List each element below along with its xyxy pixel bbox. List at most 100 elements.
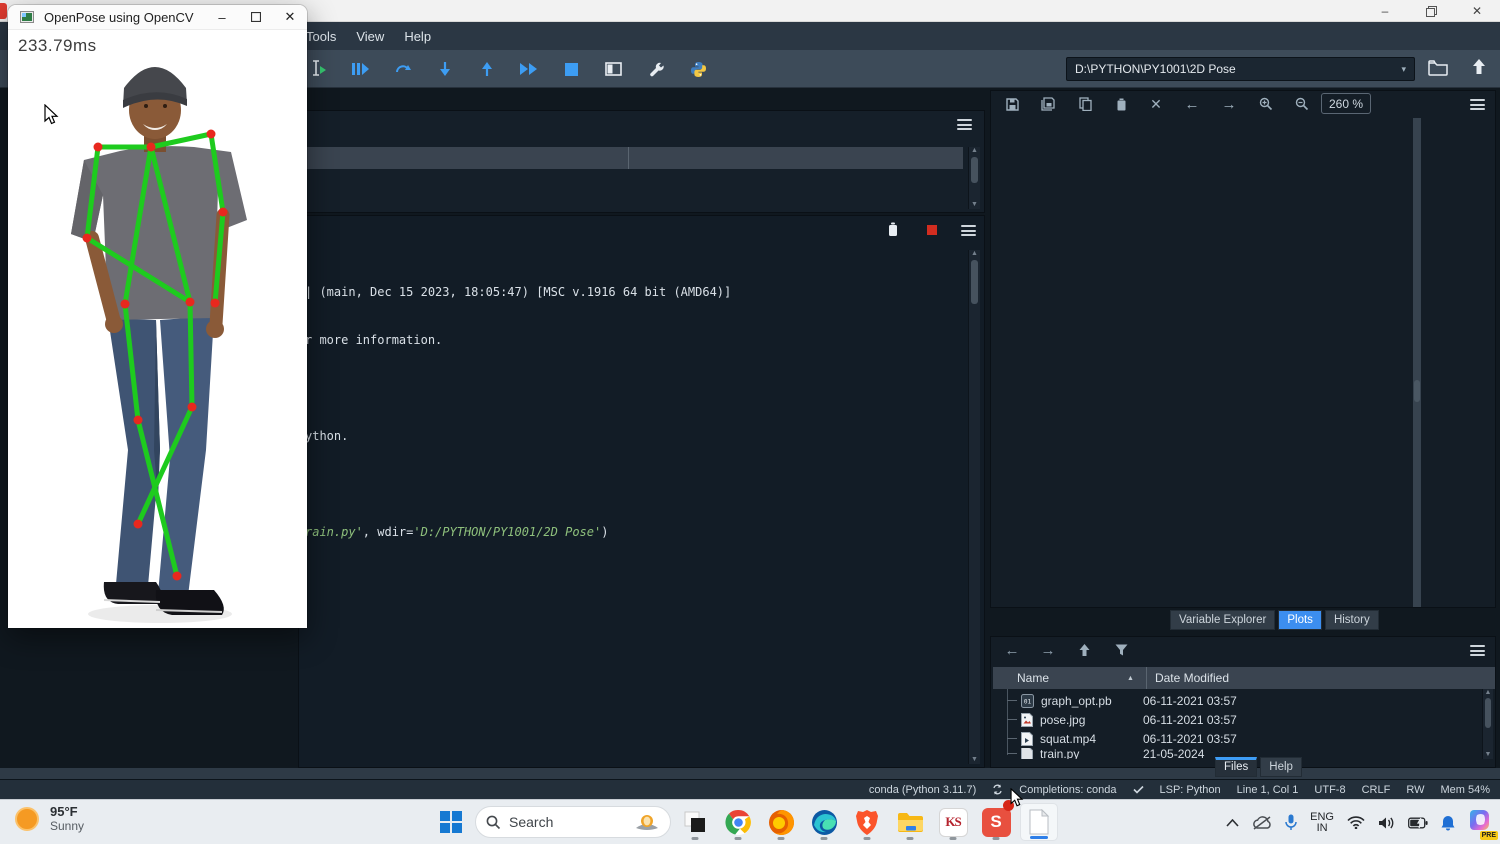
spyder-close-button[interactable]: ✕: [1454, 0, 1500, 22]
continue-button[interactable]: [514, 50, 544, 88]
plot-zoom-out-button[interactable]: [1289, 91, 1315, 117]
files-filter-button[interactable]: [1108, 637, 1134, 663]
speaker-icon[interactable]: [1378, 816, 1395, 830]
image-file-icon: [1021, 713, 1033, 727]
plot-copy-button[interactable]: [1072, 91, 1098, 117]
files-forward-button[interactable]: →: [1035, 637, 1061, 663]
file-date: 06-11-2021 03:57: [1143, 732, 1237, 746]
copilot-button[interactable]: PRE: [1468, 807, 1494, 838]
file-list-header[interactable]: Name ▲ Date Modified: [993, 667, 1495, 689]
console-scrollbar[interactable]: ▲ ▼: [968, 250, 980, 764]
openpose-titlebar[interactable]: OpenPose using OpenCV – ✕: [8, 5, 307, 30]
language-indicator[interactable]: ENG IN: [1310, 812, 1334, 834]
taskbar-search-box[interactable]: Search: [475, 806, 671, 838]
combobox-dropdown-icon[interactable]: ▾: [1401, 64, 1406, 75]
working-directory-combobox[interactable]: D:\PYTHON\PY1001\2D Pose ▾: [1066, 57, 1415, 81]
file-row-squat[interactable]: squat.mp4 06-11-2021 03:57: [993, 729, 1495, 748]
edge-icon: [811, 809, 838, 836]
tray-chevron-icon[interactable]: [1226, 819, 1239, 827]
status-conda-env[interactable]: conda (Python 3.11.7): [869, 784, 976, 796]
column-name[interactable]: Name: [1017, 671, 1049, 685]
console-options-menu-icon[interactable]: [961, 225, 976, 236]
tab-plots[interactable]: Plots: [1278, 610, 1322, 630]
preferences-button[interactable]: [641, 50, 671, 88]
firefox-icon: [768, 809, 795, 836]
step-out-button[interactable]: [472, 50, 502, 88]
editor-scrollbar[interactable]: ▲ ▼: [968, 147, 980, 209]
files-back-button[interactable]: ←: [999, 637, 1025, 663]
tab-files[interactable]: Files: [1215, 757, 1257, 777]
taskbar-explorer-app[interactable]: [891, 803, 929, 841]
chrome-icon: [725, 809, 752, 836]
files-up-button[interactable]: [1071, 637, 1097, 663]
plot-save-button[interactable]: [999, 91, 1025, 117]
taskbar-chrome-app[interactable]: [719, 803, 757, 841]
taskbar-brave-app[interactable]: [848, 803, 886, 841]
status-eol: CRLF: [1362, 784, 1391, 796]
openpose-maximize-button[interactable]: [239, 5, 273, 30]
status-cursor-position: Line 1, Col 1: [1237, 784, 1299, 796]
run-cell-button[interactable]: [303, 50, 333, 88]
debug-cell-button[interactable]: [345, 50, 375, 88]
battery-icon[interactable]: [1408, 817, 1428, 829]
file-list-scrollbar[interactable]: ▲ ▼: [1482, 689, 1493, 759]
interrupt-kernel-button[interactable]: [927, 225, 937, 235]
maximize-pane-icon: [605, 62, 622, 76]
openpose-close-button[interactable]: ✕: [273, 5, 307, 30]
status-permissions: RW: [1406, 784, 1424, 796]
taskbar-edge-app[interactable]: [805, 803, 843, 841]
status-lsp[interactable]: LSP: Python: [1160, 784, 1221, 796]
plot-previous-button[interactable]: ←: [1179, 91, 1205, 117]
plot-remove-button[interactable]: [1108, 91, 1134, 117]
plots-thumbnail-scrollbar[interactable]: [1413, 118, 1421, 607]
tab-variable-explorer[interactable]: Variable Explorer: [1170, 610, 1275, 630]
wifi-icon[interactable]: [1347, 816, 1365, 829]
maximize-icon: [251, 12, 261, 22]
file-row-pose[interactable]: pose.jpg 06-11-2021 03:57: [993, 710, 1495, 729]
menu-view[interactable]: View: [346, 29, 394, 44]
microphone-icon[interactable]: [1285, 814, 1297, 831]
status-completions[interactable]: Completions: conda: [1019, 784, 1116, 796]
taskbar-spyder-app[interactable]: S: [977, 803, 1015, 841]
browse-directory-button[interactable]: [1428, 60, 1448, 81]
plot-close-all-button[interactable]: ✕: [1143, 91, 1169, 117]
console-remove-button[interactable]: [887, 222, 899, 242]
step-into-button[interactable]: [430, 50, 460, 88]
parent-directory-button[interactable]: [1471, 58, 1487, 81]
up-arrow-icon: [1078, 643, 1091, 657]
working-directory-value: D:\PYTHON\PY1001\2D Pose: [1075, 62, 1236, 76]
windows-taskbar: 95°F Sunny Search: [0, 799, 1500, 844]
files-options-menu-icon[interactable]: [1470, 645, 1485, 656]
taskbar-weather-widget[interactable]: 95°F Sunny: [14, 804, 84, 833]
onedrive-paused-icon[interactable]: [1252, 816, 1272, 830]
plots-options-menu-icon[interactable]: [1470, 99, 1485, 110]
tab-help[interactable]: Help: [1260, 757, 1302, 777]
spyder-minimize-button[interactable]: –: [1362, 0, 1408, 22]
editor-options-menu-icon[interactable]: [957, 119, 972, 130]
taskbar-firefox-app[interactable]: [762, 803, 800, 841]
column-date-modified[interactable]: Date Modified: [1155, 671, 1229, 685]
spyder-logo: S: [990, 812, 1001, 832]
notifications-bell-icon[interactable]: [1441, 815, 1455, 831]
spyder-restore-button[interactable]: [1408, 0, 1454, 22]
bottom-pane-tabs: Files Help: [1215, 757, 1302, 777]
right-pane-tabs: Variable Explorer Plots History: [1170, 610, 1379, 630]
opencv-window-icon: [20, 11, 34, 23]
taskbar-widgets-app[interactable]: [676, 803, 714, 841]
file-list: Name ▲ Date Modified 01 graph_opt.pb 06-…: [993, 667, 1495, 759]
start-button[interactable]: [432, 803, 470, 841]
stop-button[interactable]: [556, 50, 586, 88]
copy-icon: [1079, 97, 1092, 111]
plot-save-all-button[interactable]: [1035, 91, 1061, 117]
menu-help[interactable]: Help: [394, 29, 441, 44]
plot-next-button[interactable]: →: [1216, 91, 1242, 117]
openpose-minimize-button[interactable]: –: [205, 5, 239, 30]
taskbar-active-document-app[interactable]: [1020, 803, 1058, 841]
rerun-button[interactable]: [388, 50, 418, 88]
taskbar-ks-app[interactable]: KS: [934, 803, 972, 841]
file-row-graph-opt[interactable]: 01 graph_opt.pb 06-11-2021 03:57: [993, 691, 1495, 710]
python-env-button[interactable]: [683, 50, 713, 88]
tab-history[interactable]: History: [1325, 610, 1379, 630]
maximize-pane-button[interactable]: [598, 50, 628, 88]
plot-zoom-in-button[interactable]: [1253, 91, 1279, 117]
